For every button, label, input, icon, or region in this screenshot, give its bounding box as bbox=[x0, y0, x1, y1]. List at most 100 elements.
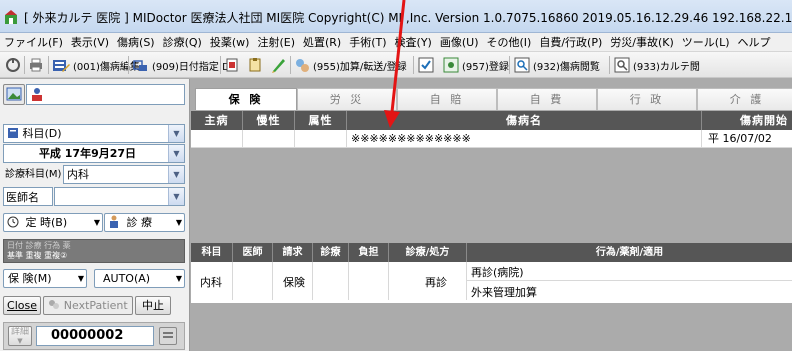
column-header-start[interactable]: 傷病開始 bbox=[702, 111, 792, 130]
menu-self-pay[interactable]: 自費/行政(P) bbox=[535, 33, 606, 50]
column-header-burden[interactable]: 負担 bbox=[349, 243, 389, 262]
status-row-2: 基準 重複 重複② bbox=[7, 251, 68, 260]
app-icon bbox=[5, 10, 17, 24]
column-header-attribute[interactable]: 属性 bbox=[295, 111, 347, 130]
chart-browse-label: (933)カルテ閲 bbox=[633, 61, 700, 73]
patient-field[interactable] bbox=[26, 84, 185, 105]
column-header-chronic[interactable]: 慢性 bbox=[243, 111, 295, 130]
disease-browse-button[interactable]: (932)傷病閲覧 bbox=[514, 56, 600, 74]
register-icon bbox=[443, 57, 459, 73]
cell-disease-name[interactable]: ※※※※※※※※※※※※※ bbox=[347, 130, 702, 148]
table-row[interactable]: ※※※※※※※※※※※※※ 平 16/07/02 bbox=[191, 130, 792, 148]
column-header-disease-name[interactable]: 傷病名 bbox=[347, 111, 702, 130]
insurance-select[interactable]: 保 険(M) ▼ bbox=[3, 269, 87, 288]
chart-browse-button[interactable]: (933)カルテ閲 bbox=[614, 56, 700, 74]
clinic-dept-select[interactable]: 内科 ▼ bbox=[63, 165, 185, 184]
cell-billing[interactable]: 保険 bbox=[273, 262, 313, 300]
date-select[interactable]: 平成 17年9月27日 ▼ bbox=[3, 144, 185, 163]
tab-self-pay[interactable]: 自 費 bbox=[497, 88, 597, 110]
next-patient-icon bbox=[49, 300, 60, 309]
menu-disease[interactable]: 傷病(S) bbox=[113, 33, 159, 50]
next-patient-button[interactable]: NextPatient bbox=[43, 296, 133, 315]
action-line-1[interactable]: 再診(病院) bbox=[467, 262, 792, 281]
visit-type-select[interactable]: 診 療 ▼ bbox=[104, 213, 185, 232]
toolbar-separator bbox=[290, 56, 291, 74]
cell-start-date[interactable]: 平 16/07/02 bbox=[702, 130, 792, 148]
menu-injection[interactable]: 注射(E) bbox=[253, 33, 299, 50]
auto-label: AUTO(A) bbox=[103, 272, 151, 285]
check-button[interactable] bbox=[418, 56, 434, 74]
chevron-down-icon[interactable]: ▼ bbox=[168, 145, 184, 162]
clipboard-button[interactable] bbox=[247, 56, 263, 74]
column-header-doctor[interactable]: 医師 bbox=[233, 243, 273, 262]
clipboard-icon bbox=[249, 58, 261, 72]
patient-id-field[interactable]: 00000002 bbox=[36, 326, 154, 346]
menu-exam[interactable]: 検査(Y) bbox=[391, 33, 436, 50]
toolbar-separator bbox=[413, 56, 414, 74]
pen-button[interactable] bbox=[270, 56, 286, 74]
clinic-dept-label: 診療科目(M) bbox=[5, 169, 62, 180]
menu-image[interactable]: 画像(U) bbox=[436, 33, 483, 50]
disease-browse-label: (932)傷病閲覧 bbox=[533, 61, 600, 73]
add-transfer-register-button[interactable]: (955)加算/転送/登録 bbox=[294, 56, 407, 74]
cell-visit-prescription[interactable]: 再診 bbox=[389, 262, 467, 300]
disease-edit-button[interactable]: (001)傷病編集 bbox=[52, 56, 140, 74]
check-icon bbox=[418, 57, 434, 73]
register-957-button[interactable]: (957)登録 bbox=[443, 56, 509, 74]
chevron-down-icon: ▼ bbox=[17, 337, 23, 345]
menu-other[interactable]: その他(I) bbox=[483, 33, 536, 50]
chevron-down-icon[interactable]: ▼ bbox=[168, 188, 184, 205]
cell-main[interactable] bbox=[191, 130, 243, 148]
tab-workers-comp[interactable]: 労 災 bbox=[297, 88, 397, 110]
cell-actions[interactable]: 再診(病院) 外来管理加算 bbox=[467, 262, 792, 300]
cell-dept[interactable]: 内科 bbox=[191, 262, 233, 300]
detail-button[interactable]: 詳細 ▼ bbox=[8, 326, 32, 346]
print-tool-button[interactable] bbox=[28, 56, 44, 74]
person-icon bbox=[32, 88, 42, 101]
edit-disease-icon bbox=[53, 60, 70, 72]
cell-chronic[interactable] bbox=[243, 130, 295, 148]
time-select[interactable]: 定 時(B) ▼ bbox=[3, 213, 103, 232]
column-header-dept[interactable]: 科目 bbox=[191, 243, 233, 262]
visit-label: 診 療 bbox=[126, 216, 153, 229]
column-header-action[interactable]: 行為/薬剤/適用 bbox=[467, 243, 792, 262]
menu-surgery[interactable]: 手術(T) bbox=[345, 33, 390, 50]
order-grid-empty-area bbox=[191, 303, 792, 351]
tab-auto-liability[interactable]: 自 賠 bbox=[397, 88, 497, 110]
cell-doctor[interactable] bbox=[233, 262, 273, 300]
tab-care[interactable]: 介 護 bbox=[697, 88, 792, 110]
menu-treatment[interactable]: 診療(Q) bbox=[159, 33, 206, 50]
menu-help[interactable]: ヘルプ bbox=[734, 33, 775, 50]
close-button[interactable]: Close bbox=[3, 296, 41, 315]
browse-icon bbox=[514, 57, 530, 73]
patient-list-button[interactable] bbox=[159, 327, 177, 345]
insurance-label: 保 険(M) bbox=[8, 272, 52, 285]
column-header-main[interactable]: 主病 bbox=[191, 111, 243, 130]
auto-select[interactable]: AUTO(A) ▼ bbox=[94, 269, 185, 288]
tab-public[interactable]: 行 政 bbox=[597, 88, 697, 110]
column-header-visit-prescription[interactable]: 診療/処方 bbox=[389, 243, 467, 262]
menu-view[interactable]: 表示(V) bbox=[67, 33, 113, 50]
menu-procedure[interactable]: 処置(R) bbox=[299, 33, 345, 50]
chevron-down-icon[interactable]: ▼ bbox=[168, 166, 184, 183]
toolbar: (001)傷病編集 (909)日付指定 Do (955)加算/転送/登録 (95… bbox=[0, 52, 792, 78]
column-header-billing[interactable]: 請求 bbox=[273, 243, 313, 262]
disease-grid-header: 主病 慢性 属性 傷病名 傷病開始 bbox=[191, 111, 792, 130]
menu-medication[interactable]: 投薬(w) bbox=[206, 33, 254, 50]
menu-tools[interactable]: ツール(L) bbox=[678, 33, 734, 50]
stamp-button[interactable] bbox=[224, 56, 240, 74]
chevron-down-icon[interactable]: ▼ bbox=[168, 125, 184, 142]
cell-attribute[interactable] bbox=[295, 130, 347, 148]
cell-visit[interactable] bbox=[313, 262, 349, 300]
action-line-2[interactable]: 外来管理加算 bbox=[467, 281, 792, 300]
department-select[interactable]: 科目(D) ▼ bbox=[3, 124, 185, 143]
menu-accident[interactable]: 労災/事故(K) bbox=[606, 33, 678, 50]
menu-file[interactable]: ファイル(F) bbox=[0, 33, 67, 50]
doctor-select[interactable]: ▼ bbox=[54, 187, 185, 206]
settings-tool-button[interactable] bbox=[5, 56, 21, 74]
cell-burden[interactable] bbox=[349, 262, 389, 300]
stop-button[interactable]: 中止 bbox=[135, 296, 171, 315]
tab-insurance[interactable]: 保 険 bbox=[195, 88, 297, 110]
photo-button[interactable] bbox=[3, 84, 25, 105]
column-header-visit[interactable]: 診療 bbox=[313, 243, 349, 262]
